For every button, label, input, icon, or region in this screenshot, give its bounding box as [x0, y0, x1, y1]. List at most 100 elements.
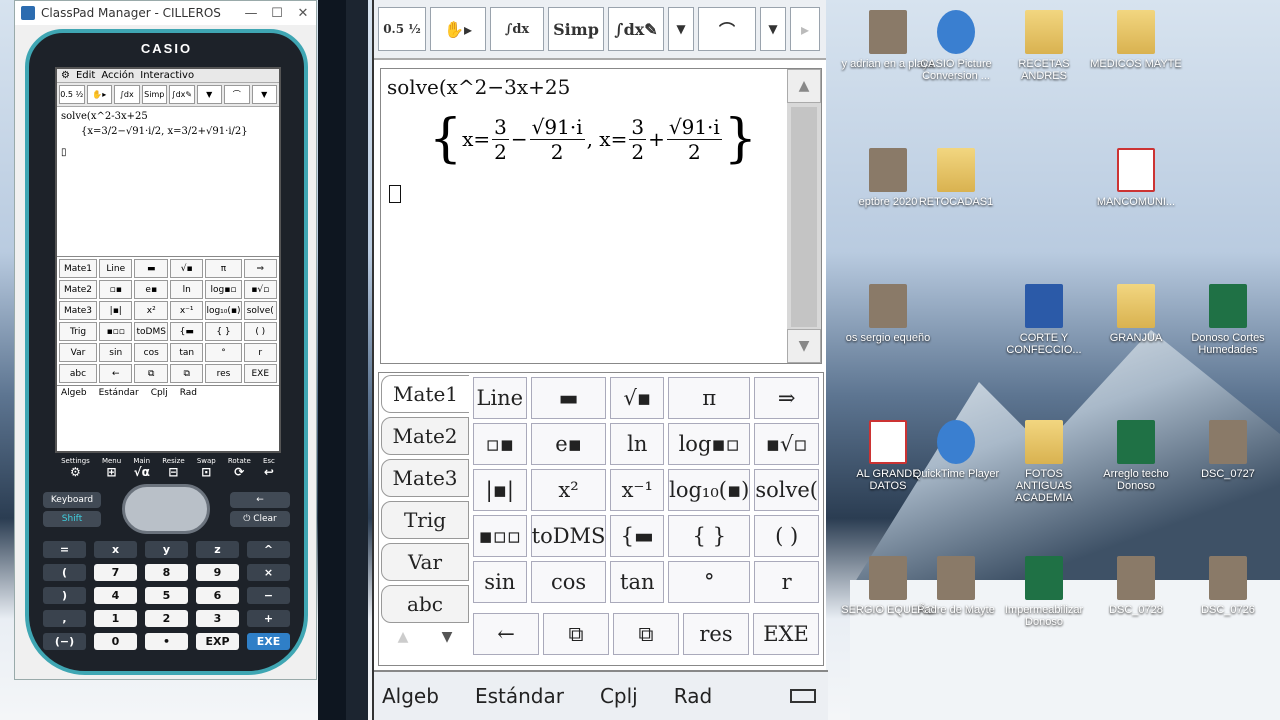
keypad-key[interactable]: (−): [43, 633, 86, 650]
mini-tab-abc[interactable]: abc: [59, 364, 97, 383]
work-scrollbar[interactable]: ▲ ▼: [787, 69, 821, 363]
mini-tab-mate3[interactable]: Mate3: [59, 301, 97, 320]
keypad-key[interactable]: ): [43, 587, 86, 604]
minimize-icon[interactable]: —: [238, 6, 264, 21]
mini-key[interactable]: x⁻¹: [169, 301, 204, 320]
soft-key[interactable]: ( ): [754, 515, 819, 557]
menu-interactivo[interactable]: Interactivo: [140, 70, 194, 81]
mini-tool-3[interactable]: ∫dx: [114, 85, 140, 104]
shift-button[interactable]: Shift: [43, 510, 101, 527]
mini-key[interactable]: ←: [99, 364, 133, 383]
mini-tool-5[interactable]: ∫dx✎: [169, 85, 195, 104]
mini-work-area[interactable]: solve(x^2-3x+25 {x=3/2−√91·i/2, x=3/2+√9…: [57, 107, 279, 257]
keypad-key[interactable]: y: [145, 541, 188, 558]
mini-tool-8[interactable]: ▼: [251, 85, 277, 104]
soft-key[interactable]: π: [668, 377, 751, 419]
keypad-key[interactable]: z: [196, 541, 239, 558]
soft-key[interactable]: ⇒: [754, 377, 819, 419]
desktop-icon[interactable]: Arreglo techo Donoso: [1088, 420, 1184, 492]
mini-key[interactable]: x²: [134, 301, 168, 320]
mini-key[interactable]: solve(: [243, 301, 277, 320]
mini-key[interactable]: Line: [99, 259, 133, 278]
desktop-icon[interactable]: CORTE Y CONFECCIO...: [996, 284, 1092, 356]
soft-key[interactable]: Line: [473, 377, 527, 419]
dropdown-icon[interactable]: ▼: [760, 7, 786, 51]
keypad-key[interactable]: EXP: [196, 633, 239, 650]
mini-key[interactable]: e▪: [134, 280, 168, 299]
soft-key[interactable]: e▪: [530, 423, 607, 465]
status-cplj[interactable]: Cplj: [600, 684, 638, 708]
desktop-icon[interactable]: Donoso Cortes Humedades: [1180, 284, 1276, 356]
mini-tool-1[interactable]: 0.5 ½: [59, 85, 85, 104]
fraction-toggle-button[interactable]: 0.5 ½: [378, 7, 426, 51]
keypad-key[interactable]: EXE: [247, 633, 290, 650]
graph-button[interactable]: ⌒: [698, 7, 756, 51]
desktop-icon[interactable]: DSC_0727: [1180, 420, 1276, 480]
keypad-key[interactable]: 3: [196, 610, 239, 627]
soft-key[interactable]: ▫▪: [473, 423, 527, 465]
soft-key-bottom[interactable]: ←: [473, 613, 539, 655]
scroll-up-icon[interactable]: ▲: [787, 69, 821, 103]
mini-key[interactable]: sin: [99, 343, 133, 362]
menu-icon[interactable]: Menu ⊞: [102, 457, 121, 479]
mini-tab-var[interactable]: Var: [59, 343, 97, 362]
mini-tab-mate1[interactable]: Mate1: [59, 259, 97, 278]
mini-key[interactable]: °: [205, 343, 242, 362]
keypad-key[interactable]: 0: [94, 633, 137, 650]
keypad-key[interactable]: 2: [145, 610, 188, 627]
keypad-key[interactable]: ×: [247, 564, 290, 581]
soft-key[interactable]: x²: [530, 469, 607, 511]
keypad-key[interactable]: (: [43, 564, 86, 581]
integral-edit-button[interactable]: ∫dx✎: [608, 7, 664, 51]
mini-key[interactable]: |▪|: [99, 301, 133, 320]
mini-tool-4[interactable]: Simp: [141, 85, 167, 104]
scroll-thumb[interactable]: [791, 107, 817, 327]
mini-key[interactable]: ▫▪: [99, 280, 133, 299]
tab-mate1[interactable]: Mate1: [381, 375, 469, 413]
direction-pad[interactable]: [121, 484, 210, 534]
backspace-button[interactable]: ←: [230, 491, 290, 508]
scroll-down-icon[interactable]: ▼: [787, 329, 821, 363]
soft-key[interactable]: log▪▫: [668, 423, 751, 465]
keypad-key[interactable]: +: [247, 610, 290, 627]
drag-tool-button[interactable]: ✋▸: [430, 7, 486, 51]
soft-key[interactable]: solve(: [754, 469, 819, 511]
mini-key[interactable]: { }: [205, 322, 242, 341]
mini-key[interactable]: EXE: [243, 364, 277, 383]
keypad-key[interactable]: =: [43, 541, 86, 558]
tab-abc[interactable]: abc: [381, 585, 469, 623]
mini-key[interactable]: log▪▫: [205, 280, 242, 299]
tab-up-icon[interactable]: ▲: [381, 629, 425, 645]
soft-key[interactable]: { }: [668, 515, 751, 557]
soft-key-bottom[interactable]: EXE: [753, 613, 819, 655]
keypad-key[interactable]: 9: [196, 564, 239, 581]
mini-status-estandar[interactable]: Estándar: [99, 388, 139, 398]
close-icon[interactable]: ✕: [290, 6, 316, 21]
soft-key[interactable]: ▪√▫: [754, 423, 819, 465]
menu-edit[interactable]: Edit: [76, 70, 95, 81]
menu-accion[interactable]: Acción: [101, 70, 134, 81]
mini-key[interactable]: log₁₀(▪): [205, 301, 242, 320]
soft-key[interactable]: tan: [610, 561, 665, 603]
mini-tab-trig[interactable]: Trig: [59, 322, 97, 341]
desktop-icon[interactable]: Impermeabilizar Donoso: [996, 556, 1092, 628]
keypad-key[interactable]: 6: [196, 587, 239, 604]
keypad-key[interactable]: 5: [145, 587, 188, 604]
desktop-icon[interactable]: FOTOS ANTIGUAS ACADEMIA: [996, 420, 1092, 504]
desktop-icon[interactable]: QuickTime Player: [908, 420, 1004, 480]
soft-key[interactable]: r: [754, 561, 819, 603]
soft-key[interactable]: √▪: [610, 377, 665, 419]
gear-icon[interactable]: ⚙: [61, 70, 70, 81]
mini-status-cplj[interactable]: Cplj: [151, 388, 168, 398]
keypad-key[interactable]: −: [247, 587, 290, 604]
soft-key[interactable]: ln: [610, 423, 665, 465]
soft-key[interactable]: |▪|: [473, 469, 527, 511]
soft-key[interactable]: ▪▫▫: [473, 515, 527, 557]
mini-key[interactable]: {▬: [169, 322, 204, 341]
mini-tool-7[interactable]: ⌒: [224, 85, 250, 104]
simp-button[interactable]: Simp: [548, 7, 604, 51]
keypad-key[interactable]: •: [145, 633, 188, 650]
keypad-key[interactable]: 8: [145, 564, 188, 581]
maximize-icon[interactable]: ☐: [264, 6, 290, 21]
keypad-key[interactable]: x: [94, 541, 137, 558]
